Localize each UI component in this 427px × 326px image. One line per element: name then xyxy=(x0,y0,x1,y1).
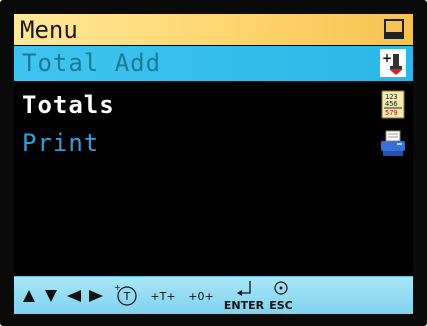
total-key-label: T xyxy=(123,290,131,303)
menu-item-label: Total Add xyxy=(22,49,162,77)
svg-text:+: + xyxy=(114,283,121,292)
esc-key[interactable]: ESC xyxy=(266,277,296,314)
page-title: Menu xyxy=(20,16,78,44)
menu-item-print[interactable]: Print xyxy=(14,126,413,161)
arrow-down-icon[interactable] xyxy=(42,277,60,314)
window-icon[interactable] xyxy=(383,18,405,40)
device-bezel: Menu Total Add + Totals 123 456 579 Prin… xyxy=(0,0,427,326)
menu-item-totals[interactable]: Totals 123 456 579 xyxy=(14,88,413,123)
plus-zero-plus-icon: +0+ xyxy=(188,290,213,303)
menu-item-label: Totals xyxy=(22,91,115,119)
svg-text:579: 579 xyxy=(385,109,398,117)
esc-label: ESC xyxy=(269,299,293,312)
arrow-left-icon[interactable] xyxy=(64,277,84,314)
svg-text:+: + xyxy=(382,51,392,65)
svg-text:456: 456 xyxy=(385,100,398,108)
enter-label: ENTER xyxy=(224,299,264,312)
menu-item-label: Print xyxy=(22,129,100,157)
lcd-screen: Menu Total Add + Totals 123 456 579 Prin… xyxy=(14,14,413,314)
title-bar: Menu xyxy=(14,14,413,45)
printer-icon xyxy=(379,128,407,158)
plus-t-plus-key[interactable]: +T+ xyxy=(146,277,180,314)
enter-key[interactable]: ENTER xyxy=(224,277,264,314)
calculator-totals-icon: 123 456 579 xyxy=(379,90,407,120)
arrow-up-icon[interactable] xyxy=(20,277,38,314)
menu-item-total-add[interactable]: Total Add + xyxy=(14,46,413,81)
plus-zero-plus-key[interactable]: +0+ xyxy=(184,277,218,314)
softkey-bar: + T +T+ +0+ ENTER ESC xyxy=(14,276,413,314)
total-add-icon: + xyxy=(379,48,407,78)
plus-t-plus-icon: +T+ xyxy=(150,290,175,303)
total-key-icon[interactable]: + T xyxy=(112,277,140,314)
arrow-right-icon[interactable] xyxy=(86,277,106,314)
